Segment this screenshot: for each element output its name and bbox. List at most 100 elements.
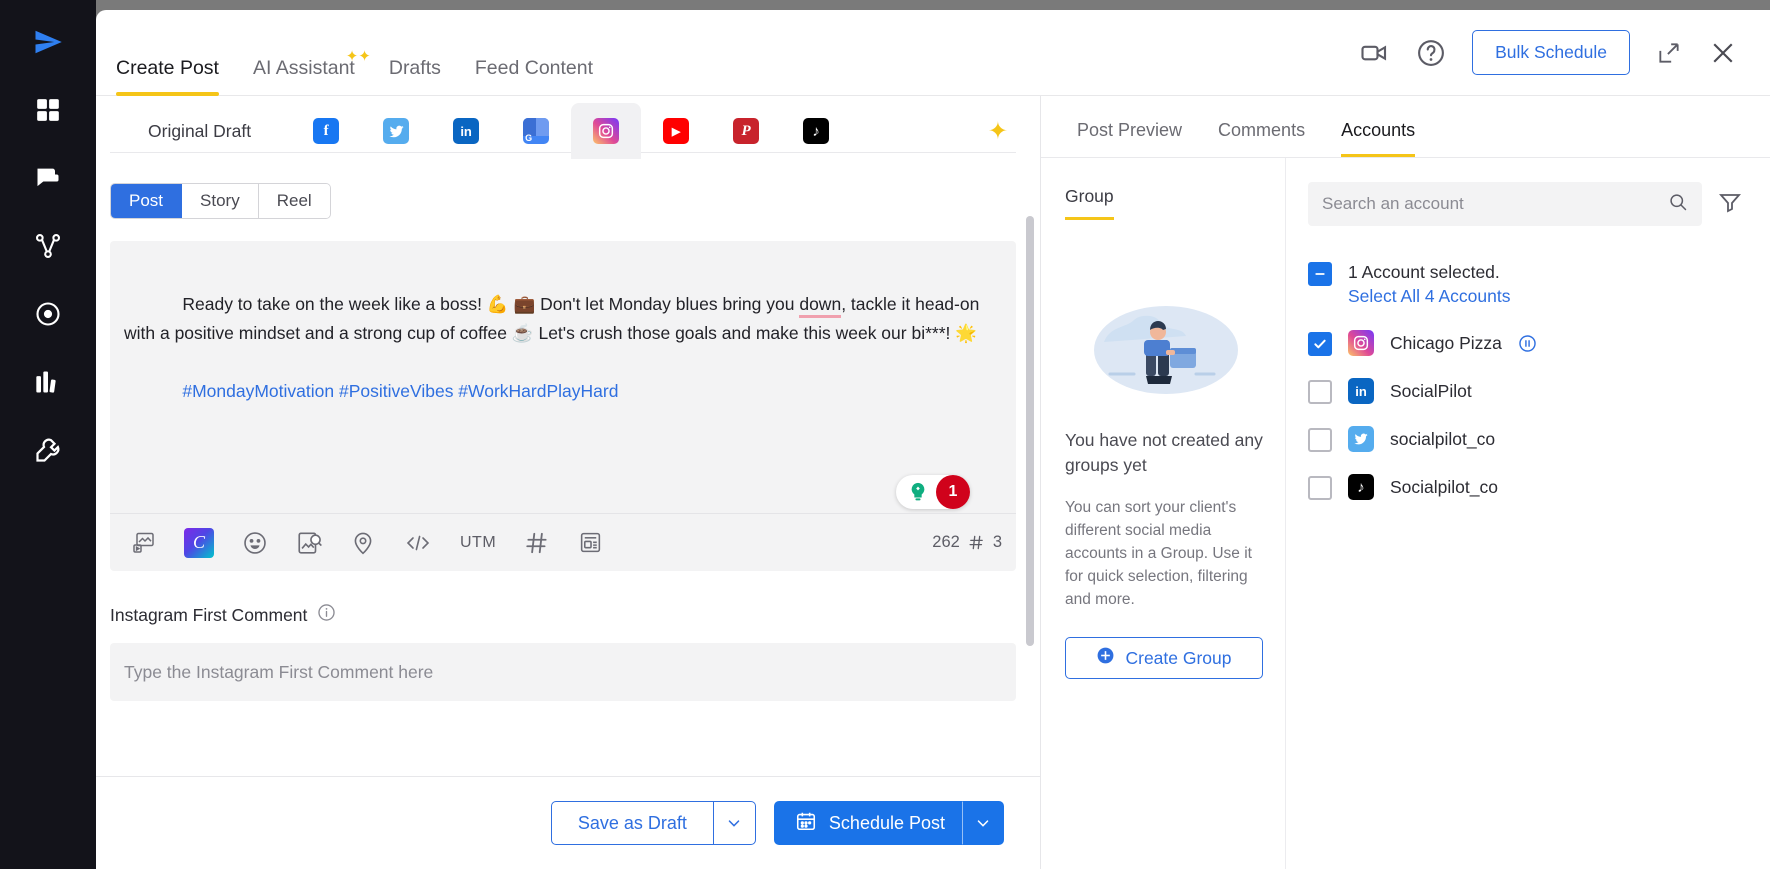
schedule-post-chevron-down-icon[interactable] <box>962 801 1004 845</box>
video-camera-icon[interactable] <box>1360 38 1390 68</box>
account-checkbox-socialpilot[interactable] <box>1308 380 1332 404</box>
schedule-post-button[interactable]: Schedule Post <box>773 801 962 845</box>
sidebar-item-dashboard[interactable] <box>24 86 72 134</box>
tab-drafts[interactable]: Drafts <box>389 57 441 96</box>
account-row-socialpilot[interactable]: in SocialPilot <box>1308 378 1742 404</box>
twitter-icon <box>383 118 410 144</box>
tab-ai-assistant-label: AI Assistant <box>252 56 355 79</box>
tab-create-post[interactable]: Create Post <box>116 57 219 96</box>
account-row-chicago-pizza[interactable]: Chicago Pizza <box>1308 330 1742 356</box>
emoji-icon[interactable] <box>242 530 268 556</box>
modal-header: Create Post AI Assistant ✦✦ Drafts Feed … <box>96 10 1770 96</box>
tab-drafts-label: Drafts <box>388 56 441 79</box>
person-with-box-illustration <box>1074 290 1254 400</box>
sidebar-item-tools[interactable] <box>24 426 72 474</box>
network-tab-twitter[interactable] <box>361 103 431 159</box>
save-as-draft-chevron-down-icon[interactable] <box>713 801 756 845</box>
tiktok-icon: ♪ <box>803 118 830 144</box>
character-count: 262 <box>932 533 960 551</box>
post-type-post[interactable]: Post <box>111 184 183 218</box>
network-tab-instagram[interactable] <box>571 103 642 159</box>
right-panel-tab-bar: Post Preview Comments Accounts <box>1041 96 1770 158</box>
editor-toolbar: C UTM 262 3 <box>110 513 1016 571</box>
sidebar-item-network[interactable] <box>24 222 72 270</box>
group-empty-description: You can sort your client's different soc… <box>1065 499 1252 608</box>
composer-scrollbar[interactable] <box>1026 216 1034 776</box>
tab-ai-assistant[interactable]: AI Assistant ✦✦ <box>252 49 371 96</box>
network-tab-facebook[interactable]: f <box>291 103 361 159</box>
grammar-error-word[interactable]: down <box>799 294 842 318</box>
calendar-icon <box>795 810 817 837</box>
tab-feed-content[interactable]: Feed Content <box>475 57 593 96</box>
tab-post-preview[interactable]: Post Preview <box>1077 120 1182 157</box>
ai-assist-sparkle-icon[interactable]: ✦ <box>988 117 1016 146</box>
selection-summary: 1 Account selected. Select All 4 Account… <box>1348 260 1510 308</box>
network-tab-google-business[interactable]: G <box>501 103 571 159</box>
account-row-socialpilot-co-tiktok[interactable]: ♪ Socialpilot_co <box>1308 474 1742 500</box>
editor-counters: 262 3 <box>932 533 1002 552</box>
account-checkbox-socialpilot-co-tiktok[interactable] <box>1308 476 1332 500</box>
schedule-post-split-button: Schedule Post <box>773 801 1004 845</box>
tiktok-icon: ♪ <box>1348 474 1374 500</box>
linkedin-icon: in <box>453 118 480 144</box>
first-comment-label-row: Instagram First Comment <box>110 603 1040 627</box>
composer-pane: Original Draft f in G ▶ P ♪ ✦ Post Story… <box>96 96 1041 869</box>
pause-circle-icon[interactable] <box>1518 334 1537 353</box>
accounts-search-row <box>1308 182 1742 226</box>
select-all-link[interactable]: Select All 4 Accounts <box>1348 284 1510 308</box>
modal-tab-bar: Create Post AI Assistant ✦✦ Drafts Feed … <box>116 10 593 96</box>
search-input[interactable] <box>1322 194 1658 214</box>
network-tab-pinterest[interactable]: P <box>711 103 781 159</box>
sidebar-item-analytics[interactable] <box>24 358 72 406</box>
sidebar-item-send[interactable] <box>24 18 72 66</box>
account-checkbox-chicago-pizza[interactable] <box>1308 332 1332 356</box>
composer-scrollbar-thumb[interactable] <box>1026 216 1034 646</box>
network-tab-linkedin[interactable]: in <box>431 103 501 159</box>
create-group-button[interactable]: Create Group <box>1065 637 1263 679</box>
google-business-icon: G <box>523 118 550 144</box>
hashtag-icon[interactable] <box>524 530 550 556</box>
tab-feed-content-label: Feed Content <box>474 56 594 79</box>
close-icon[interactable] <box>1708 38 1738 68</box>
sidebar-item-inbox[interactable] <box>24 154 72 202</box>
sidebar-item-discovery[interactable] <box>24 290 72 338</box>
tab-accounts[interactable]: Accounts <box>1341 120 1416 157</box>
filter-icon[interactable] <box>1718 190 1742 219</box>
code-snippet-icon[interactable] <box>404 530 432 556</box>
grammarly-bulb-icon <box>904 478 932 506</box>
account-name-socialpilot-co-tiktok: Socialpilot_co <box>1390 476 1498 497</box>
post-type-reel[interactable]: Reel <box>258 184 330 218</box>
create-group-label: Create Group <box>1125 647 1232 668</box>
grammarly-badge[interactable]: 1 <box>896 475 970 509</box>
search-account-field[interactable] <box>1308 182 1702 226</box>
image-search-icon[interactable] <box>296 530 322 556</box>
group-tab[interactable]: Group <box>1065 186 1114 220</box>
location-icon[interactable] <box>350 530 376 556</box>
save-as-draft-button[interactable]: Save as Draft <box>550 801 714 845</box>
utm-button[interactable]: UTM <box>460 534 496 552</box>
canva-icon[interactable]: C <box>184 527 214 558</box>
select-all-checkbox[interactable] <box>1308 262 1332 286</box>
network-tab-tiktok[interactable]: ♪ <box>781 103 851 159</box>
instagram-icon <box>1348 330 1374 356</box>
account-checkbox-socialpilot-co-twitter[interactable] <box>1308 428 1332 452</box>
post-type-story[interactable]: Story <box>182 184 259 218</box>
tab-comments[interactable]: Comments <box>1218 120 1305 157</box>
first-comment-input[interactable]: Type the Instagram First Comment here <box>110 643 1016 701</box>
content-template-icon[interactable] <box>578 530 603 555</box>
header-actions: Bulk Schedule <box>1360 30 1770 75</box>
post-editor-content[interactable]: Ready to take on the week like a boss! 💪… <box>110 241 1016 435</box>
search-icon[interactable] <box>1668 192 1688 217</box>
account-name-socialpilot-co-twitter: socialpilot_co <box>1390 428 1496 449</box>
bulk-schedule-button[interactable]: Bulk Schedule <box>1472 30 1630 75</box>
help-circle-icon[interactable] <box>1416 38 1446 68</box>
account-row-socialpilot-co-twitter[interactable]: socialpilot_co <box>1308 426 1742 452</box>
post-editor[interactable]: Ready to take on the week like a boss! 💪… <box>110 241 1016 571</box>
post-type-toggle: Post Story Reel <box>110 183 331 219</box>
post-hashtags[interactable]: #MondayMotivation #PositiveVibes #WorkHa… <box>182 381 618 401</box>
media-library-icon[interactable] <box>132 531 156 555</box>
info-icon[interactable] <box>317 603 336 627</box>
minimize-icon[interactable] <box>1656 40 1682 66</box>
original-draft-tab[interactable]: Original Draft <box>148 121 251 142</box>
network-tab-youtube[interactable]: ▶ <box>641 103 711 159</box>
